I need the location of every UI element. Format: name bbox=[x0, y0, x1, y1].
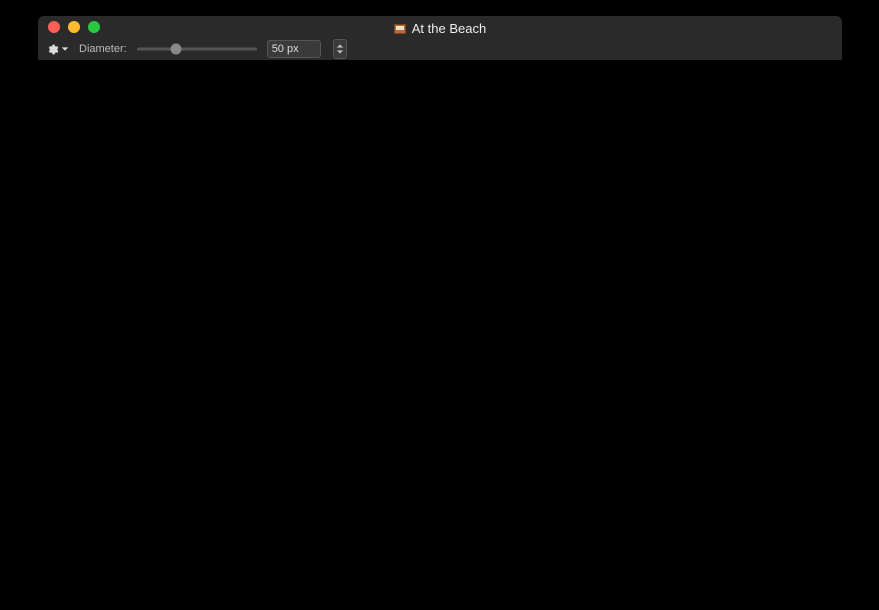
settings-menu-button[interactable] bbox=[46, 43, 69, 56]
slider-track bbox=[137, 48, 257, 51]
minimize-window-button[interactable] bbox=[68, 21, 80, 33]
titlebar: At the Beach bbox=[38, 16, 842, 38]
slider-thumb[interactable] bbox=[171, 44, 182, 55]
diameter-label: Diameter: bbox=[79, 43, 127, 55]
chevron-down-icon bbox=[336, 49, 344, 55]
diameter-value-field[interactable]: 50 px bbox=[267, 40, 321, 58]
diameter-slider[interactable] bbox=[137, 42, 257, 56]
window-title-group: At the Beach bbox=[394, 18, 486, 36]
zoom-window-button[interactable] bbox=[88, 21, 100, 33]
window-controls bbox=[48, 21, 100, 33]
app-window: At the Beach Diameter: 50 px bbox=[38, 16, 842, 60]
close-window-button[interactable] bbox=[48, 21, 60, 33]
diameter-value-text: 50 px bbox=[272, 43, 299, 55]
window-title: At the Beach bbox=[412, 21, 486, 36]
diameter-stepper[interactable] bbox=[333, 39, 347, 59]
gear-icon bbox=[46, 43, 59, 56]
document-icon bbox=[394, 24, 406, 34]
chevron-down-icon bbox=[61, 45, 69, 53]
toolbar: Diameter: 50 px bbox=[38, 38, 842, 60]
